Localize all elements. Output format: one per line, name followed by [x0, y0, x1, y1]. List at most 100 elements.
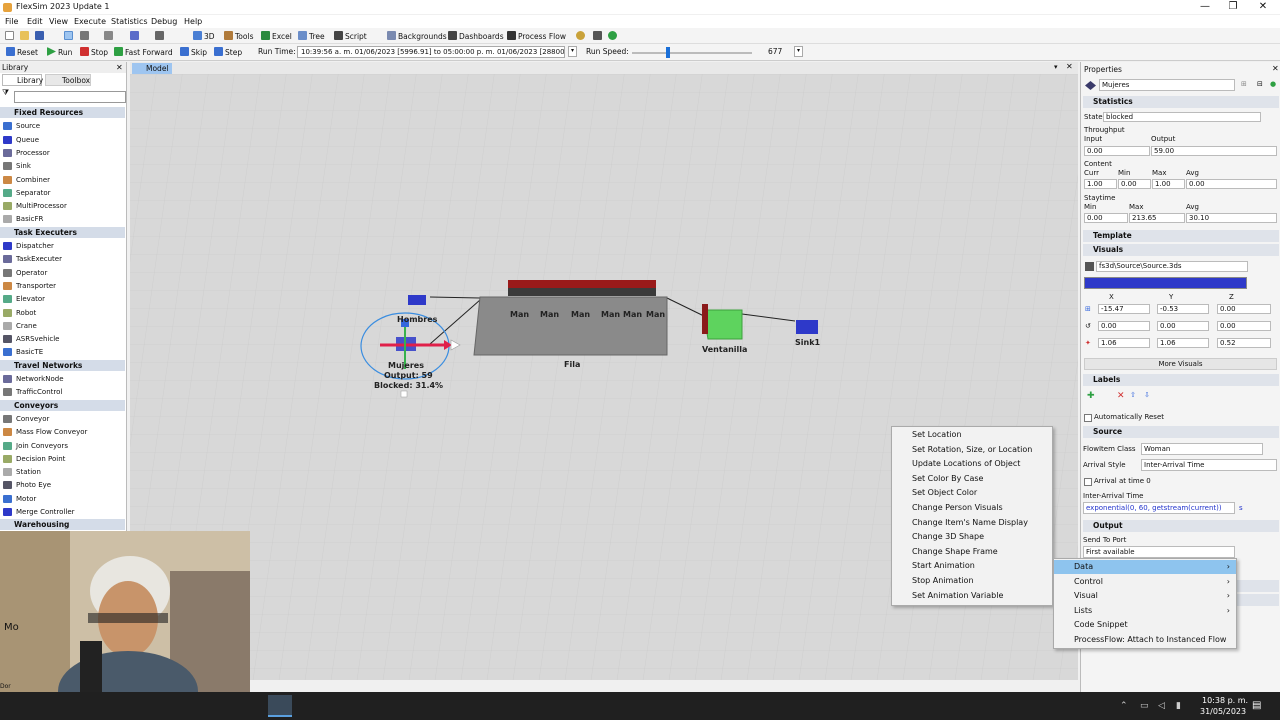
menu-execute[interactable]: Execute: [74, 17, 106, 26]
send-to-port-field[interactable]: First available: [1083, 546, 1235, 558]
process-flow-button[interactable]: Process Flow: [507, 31, 566, 41]
menu-help[interactable]: Help: [184, 17, 202, 26]
arrival-style-select[interactable]: Inter-Arrival Time: [1141, 459, 1277, 471]
dashboards-button[interactable]: Dashboards: [448, 31, 504, 41]
library-item[interactable]: Mass Flow Conveyor: [0, 426, 115, 438]
open-icon[interactable]: [20, 31, 31, 41]
section-template[interactable]: Template: [1083, 230, 1279, 242]
library-item[interactable]: ASRSvehicle: [0, 333, 115, 345]
library-item[interactable]: TaskExecuter: [0, 253, 115, 265]
backgrounds-button[interactable]: Backgrounds: [387, 31, 447, 41]
submenu-item[interactable]: Change 3D Shape: [892, 530, 1052, 544]
3d-view-button[interactable]: 3D: [193, 31, 215, 41]
object-name-field[interactable]: Mujeres: [1099, 79, 1235, 91]
options-icon[interactable]: [593, 31, 604, 41]
library-item[interactable]: Queue: [0, 134, 115, 146]
help-icon[interactable]: [608, 31, 619, 41]
minimize-button[interactable]: —: [1190, 0, 1220, 14]
battery-icon[interactable]: ▮: [1176, 701, 1181, 711]
section-output[interactable]: Output: [1083, 520, 1279, 532]
source-hombres-shape[interactable]: [408, 295, 426, 305]
library-item[interactable]: Conveyor: [0, 413, 115, 425]
iat-field[interactable]: exponential(0, 60, getstream(current)): [1083, 502, 1235, 514]
more-visuals-button[interactable]: More Visuals: [1084, 358, 1277, 370]
rotation-z[interactable]: 0.00: [1217, 321, 1271, 331]
menu-debug[interactable]: Debug: [151, 17, 177, 26]
submenu-item[interactable]: Start Animation: [892, 559, 1052, 573]
submenu-item[interactable]: Change Shape Frame: [892, 545, 1052, 559]
submenu-item[interactable]: Set Location: [892, 428, 1052, 442]
filter-icon[interactable]: ⧩: [2, 88, 12, 98]
object-group-icon[interactable]: [130, 31, 141, 41]
fast-forward-button[interactable]: Fast Forward: [114, 47, 173, 57]
run-speed-slider[interactable]: [666, 47, 670, 58]
context-menu-item[interactable]: ProcessFlow: Attach to Instanced Flow: [1054, 633, 1236, 647]
library-item[interactable]: Combiner: [0, 174, 115, 186]
move-down-icon[interactable]: ⇩: [1144, 391, 1150, 399]
flexsim-taskbar-icon[interactable]: [268, 695, 292, 717]
library-item[interactable]: Elevator: [0, 293, 115, 305]
section-statistics[interactable]: Statistics: [1083, 96, 1279, 108]
processor-ventanilla-shape[interactable]: [702, 309, 743, 340]
sink1-shape[interactable]: [796, 320, 818, 334]
script-button[interactable]: Script: [334, 31, 367, 41]
arrival-time0-checkbox[interactable]: [1084, 478, 1092, 486]
library-item[interactable]: Station: [0, 466, 115, 478]
connect-ports-icon[interactable]: [104, 31, 115, 41]
position-y[interactable]: -0.53: [1157, 304, 1209, 314]
menu-view[interactable]: View: [49, 17, 68, 26]
submenu-item[interactable]: Set Color By Case: [892, 472, 1052, 486]
library-item[interactable]: Processor: [0, 147, 115, 159]
excel-button[interactable]: Excel: [261, 31, 292, 41]
section-source[interactable]: Source: [1083, 426, 1279, 438]
model-tab-dropdown[interactable]: ▾: [1054, 63, 1058, 71]
position-z[interactable]: 0.00: [1217, 304, 1271, 314]
library-group-header[interactable]: Task Executers: [0, 226, 125, 238]
context-menu-item[interactable]: Visual ›: [1054, 589, 1236, 603]
library-item[interactable]: Crane: [0, 320, 115, 332]
run-button[interactable]: Run: [47, 47, 72, 57]
library-item[interactable]: Operator: [0, 267, 115, 279]
properties-close-icon[interactable]: ✕: [1272, 64, 1279, 73]
connect-mode-icon[interactable]: [80, 31, 91, 41]
library-item[interactable]: Motor: [0, 493, 115, 505]
section-labels[interactable]: Labels: [1083, 374, 1279, 386]
library-group-header[interactable]: Fixed Resources: [0, 107, 125, 118]
context-menu-item[interactable]: Data ›: [1054, 560, 1236, 574]
section-visuals[interactable]: Visuals: [1083, 244, 1279, 256]
maximize-button[interactable]: ❐: [1218, 0, 1248, 14]
new-icon[interactable]: [5, 31, 16, 41]
submenu-item[interactable]: Set Animation Variable: [892, 589, 1052, 603]
run-time-dropdown[interactable]: ▾: [568, 46, 577, 57]
library-item[interactable]: Separator: [0, 187, 115, 199]
library-item[interactable]: Decision Point: [0, 453, 115, 465]
size-x[interactable]: 1.06: [1098, 338, 1150, 348]
library-item[interactable]: BasicTE: [0, 346, 115, 358]
run-time-field[interactable]: 10:39:56 a. m. 01/06/2023 [5996.91] to 0…: [297, 46, 565, 58]
save-icon[interactable]: [35, 31, 46, 41]
properties-tree-icon[interactable]: ⊟: [1257, 80, 1263, 88]
volume-icon[interactable]: ◁: [1158, 701, 1165, 711]
submenu-item[interactable]: Change Item's Name Display: [892, 516, 1052, 530]
submenu-item[interactable]: Stop Animation: [892, 574, 1052, 588]
stop-button[interactable]: Stop: [80, 47, 108, 57]
size-z[interactable]: 0.52: [1217, 338, 1271, 348]
context-menu-item[interactable]: Code Snippet: [1054, 618, 1236, 632]
submenu-item[interactable]: Set Object Color: [892, 486, 1052, 500]
properties-help-icon[interactable]: ●: [1270, 80, 1276, 88]
step-button[interactable]: Step: [214, 47, 242, 57]
3d-shape-field[interactable]: fs3d\Source\Source.3ds: [1096, 261, 1248, 272]
auto-reset-checkbox[interactable]: [1084, 414, 1092, 422]
queue-fila-shape[interactable]: [473, 296, 668, 356]
tray-chevron-icon[interactable]: ⌃: [1120, 701, 1128, 711]
run-speed-dropdown[interactable]: ▾: [794, 46, 803, 57]
object-tools-icon[interactable]: [155, 31, 166, 41]
tab-model[interactable]: Model: [132, 63, 172, 74]
library-item[interactable]: MultiProcessor: [0, 200, 115, 212]
library-search-input[interactable]: [14, 91, 126, 103]
menu-edit[interactable]: Edit: [27, 17, 43, 26]
position-x[interactable]: -15.47: [1098, 304, 1150, 314]
tab-toolbox[interactable]: Toolbox: [45, 74, 91, 86]
library-item[interactable]: Sink: [0, 160, 115, 172]
add-label-icon[interactable]: ✚: [1087, 391, 1095, 401]
